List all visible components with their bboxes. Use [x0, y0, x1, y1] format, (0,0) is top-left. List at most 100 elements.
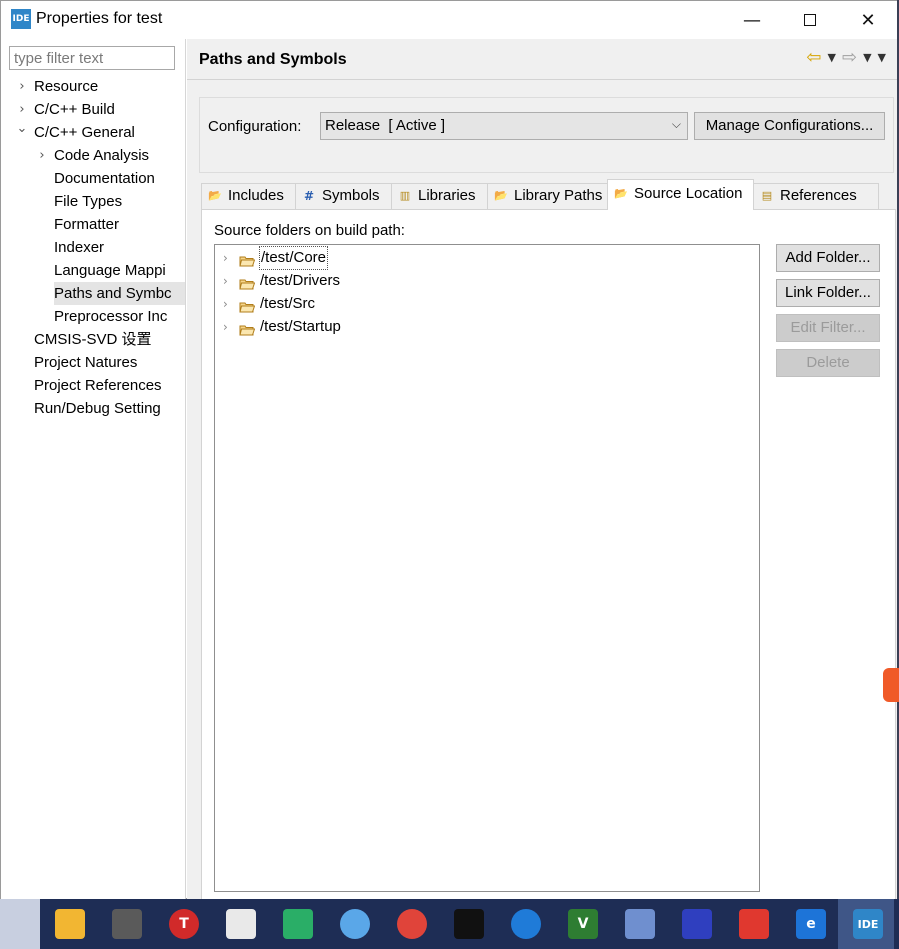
- calculator-glyph: [112, 909, 142, 939]
- source-folder-label: /test/Src: [260, 295, 316, 312]
- source-folders-label: Source folders on build path:: [214, 222, 405, 239]
- chevron-right-icon[interactable]: ›: [16, 98, 28, 121]
- nav-item[interactable]: Preprocessor Inc: [1, 305, 185, 328]
- tab-source-location[interactable]: 📂 Source Location: [607, 179, 754, 210]
- chevron-right-icon[interactable]: ›: [223, 316, 228, 338]
- nav-item[interactable]: Formatter: [1, 213, 185, 236]
- configuration-group: Configuration: Release [ Active ] ⌵ Mana…: [199, 97, 894, 173]
- nav-item-label: C/C++ Build: [34, 101, 115, 118]
- chrome-icon[interactable]: [392, 905, 432, 943]
- nav-item-label: Resource: [34, 78, 99, 95]
- includes-icon: 📂: [208, 189, 222, 202]
- chevron-right-icon[interactable]: ›: [36, 144, 48, 167]
- maximize-button[interactable]: [781, 1, 839, 39]
- ide-app-icon: IDE: [11, 9, 31, 29]
- nav-item[interactable]: › Resource: [1, 75, 185, 98]
- source-folder-label: /test/Drivers: [260, 272, 341, 289]
- property-page-tree: › Resource › C/C++ Build ⌄ C/C++ General › Code…: [1, 75, 185, 420]
- bear-app-icon[interactable]: [734, 905, 774, 943]
- source-folder-item[interactable]: › /test/Core: [215, 246, 755, 270]
- forward-arrow-icon[interactable]: ⇨: [842, 47, 857, 68]
- nav-item[interactable]: › C/C++ Build: [1, 98, 185, 121]
- bear-app-glyph: [739, 909, 769, 939]
- edge-glyph: e: [796, 909, 826, 939]
- tab-includes[interactable]: 📂 Includes: [201, 183, 296, 209]
- source-folders-list[interactable]: › /test/Core › /test/Drivers › /test/Src › /tes…: [214, 244, 760, 892]
- source-folder-item[interactable]: › /test/Startup: [215, 316, 755, 338]
- wechat-glyph: [283, 909, 313, 939]
- ide-taskbar-icon[interactable]: IDE: [848, 905, 888, 943]
- building-app-icon[interactable]: [620, 905, 660, 943]
- view-menu-icon[interactable]: ▼: [878, 51, 886, 64]
- add-folder-button[interactable]: Add Folder...: [776, 244, 880, 272]
- folder-icon: [239, 252, 256, 267]
- file-explorer-icon[interactable]: [50, 905, 90, 943]
- city-app-icon[interactable]: [677, 905, 717, 943]
- source-location-tab-body: Source folders on build path: › /test/Cor…: [201, 209, 896, 900]
- tab-references[interactable]: ▤ References: [753, 183, 879, 209]
- nav-item-label: Indexer: [54, 239, 105, 256]
- edge-icon[interactable]: e: [791, 905, 831, 943]
- property-page-tree-panel: › Resource › C/C++ Build ⌄ C/C++ General › Code…: [1, 39, 186, 900]
- chevron-right-icon[interactable]: ›: [223, 247, 228, 269]
- back-dropdown-icon[interactable]: ▼: [828, 51, 836, 64]
- folder-icon: [239, 321, 256, 336]
- edit-filter-button[interactable]: Edit Filter...: [776, 314, 880, 342]
- nav-item-label: Project Natures: [34, 354, 138, 371]
- tab-library-paths[interactable]: 📂 Library Paths: [487, 183, 608, 209]
- chevron-down-icon: ⌵: [671, 117, 681, 131]
- forward-dropdown-icon[interactable]: ▼: [863, 51, 871, 64]
- source-folder-item[interactable]: › /test/Src: [215, 293, 755, 315]
- minimize-icon: —: [743, 9, 761, 31]
- configuration-select[interactable]: Release [ Active ] ⌵: [320, 112, 688, 140]
- nav-item[interactable]: Project References: [1, 374, 185, 397]
- nav-item[interactable]: Language Mappi: [1, 259, 185, 282]
- stop-t-icon[interactable]: T: [164, 905, 204, 943]
- spiral-app-icon[interactable]: [506, 905, 546, 943]
- title-bar[interactable]: IDE Properties for test — ✕: [1, 1, 898, 39]
- calculator-icon[interactable]: [107, 905, 147, 943]
- folder-icon: [239, 275, 256, 290]
- chevron-down-icon[interactable]: ⌄: [16, 121, 28, 140]
- taskbar-start-area[interactable]: [0, 899, 40, 949]
- minimize-button[interactable]: —: [723, 1, 781, 39]
- chevron-right-icon[interactable]: ›: [16, 75, 28, 98]
- star-app-glyph: [454, 909, 484, 939]
- floating-app-icon[interactable]: [883, 668, 899, 702]
- star-app-icon[interactable]: [449, 905, 489, 943]
- configuration-value: Release [ Active ]: [325, 117, 446, 134]
- nav-item[interactable]: Documentation: [1, 167, 185, 190]
- tab-symbols[interactable]: # Symbols: [295, 183, 392, 209]
- cloud-icon[interactable]: [335, 905, 375, 943]
- nav-item[interactable]: Run/Debug Setting: [1, 397, 185, 420]
- vs-app-icon[interactable]: V: [563, 905, 603, 943]
- wechat-icon[interactable]: [278, 905, 318, 943]
- filter-input[interactable]: [9, 46, 175, 70]
- chevron-right-icon[interactable]: ›: [223, 293, 228, 315]
- chevron-right-icon[interactable]: ›: [223, 270, 228, 292]
- nav-item-label: Preprocessor Inc: [54, 308, 168, 325]
- nav-item[interactable]: ⌄ C/C++ General: [1, 121, 185, 144]
- city-app-glyph: [682, 909, 712, 939]
- source-folder-label: /test/Startup: [260, 318, 341, 335]
- close-button[interactable]: ✕: [839, 1, 897, 39]
- tab-libraries[interactable]: ▥ Libraries: [391, 183, 488, 209]
- nav-item[interactable]: Project Natures: [1, 351, 185, 374]
- cloud-glyph: [340, 909, 370, 939]
- graph-app-icon[interactable]: [221, 905, 261, 943]
- tab-label: Library Paths: [514, 187, 603, 204]
- nav-item[interactable]: Indexer: [1, 236, 185, 259]
- source-folder-item[interactable]: › /test/Drivers: [215, 270, 755, 292]
- delete-button[interactable]: Delete: [776, 349, 880, 377]
- tab-label: References: [780, 187, 857, 204]
- manage-configurations-button[interactable]: Manage Configurations...: [694, 112, 885, 140]
- nav-item[interactable]: › Code Analysis: [1, 144, 185, 167]
- nav-item[interactable]: File Types: [1, 190, 185, 213]
- nav-item-label: Project References: [34, 377, 162, 394]
- link-folder-button[interactable]: Link Folder...: [776, 279, 880, 307]
- property-page-panel: Paths and Symbols ⇦ ▼ ⇨ ▼ ▼ Configuratio…: [187, 39, 898, 900]
- nav-item[interactable]: CMSIS-SVD 设置: [1, 328, 185, 351]
- nav-item[interactable]: Paths and Symbc: [1, 282, 185, 305]
- ide-taskbar-glyph: IDE: [853, 909, 883, 939]
- back-arrow-icon[interactable]: ⇦: [806, 47, 821, 68]
